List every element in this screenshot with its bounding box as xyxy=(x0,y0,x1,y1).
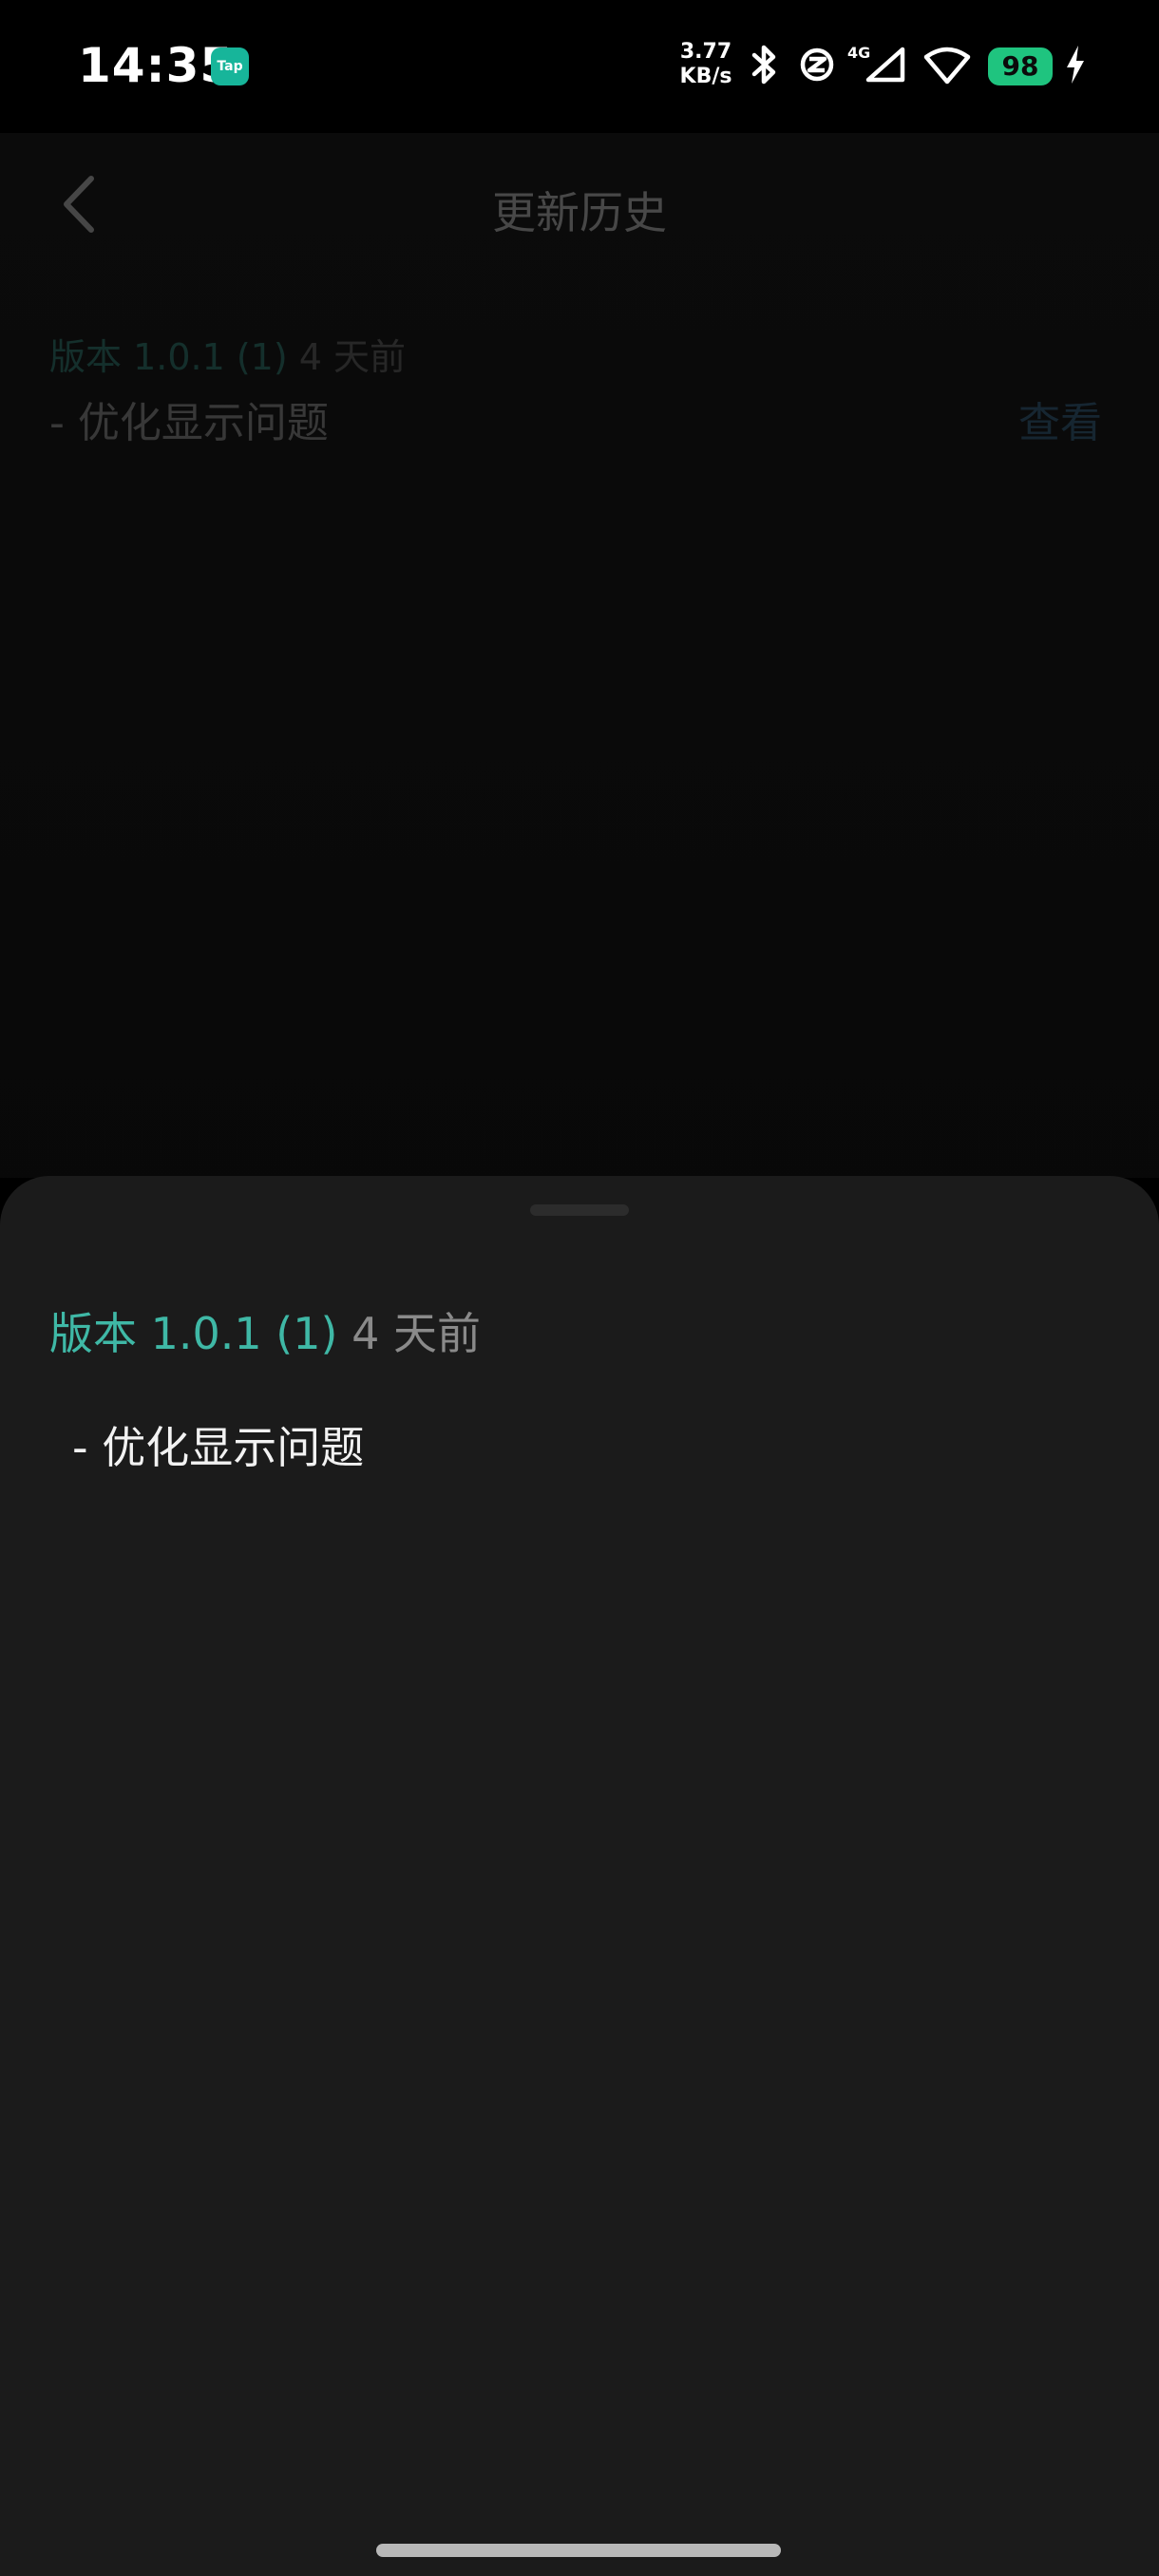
sheet-release-note: - 优化显示问题 xyxy=(72,1422,365,1473)
top-app-bar: 更新历史 xyxy=(0,142,1159,266)
battery-icon: 98 xyxy=(988,47,1053,85)
signal-icon xyxy=(865,47,905,83)
sheet-time-ago: 4 天前 xyxy=(352,1308,481,1359)
history-note: - 优化显示问题 xyxy=(49,399,329,447)
wifi-icon xyxy=(923,47,971,85)
bluetooth-icon xyxy=(751,45,776,85)
sheet-version-label: 版本 1.0.1 (1) xyxy=(49,1308,338,1359)
history-list-item[interactable]: 版本 1.0.1 (1) 4 天前 - 优化显示问题 查看 xyxy=(49,328,1113,451)
home-indicator[interactable] xyxy=(376,2544,781,2557)
sheet-version-line: 版本 1.0.1 (1) 4 天前 xyxy=(49,1299,481,1362)
net-speed-value: 3.77 xyxy=(679,40,732,64)
version-detail-sheet: 版本 1.0.1 (1) 4 天前 - 优化显示问题 xyxy=(0,1176,1159,2576)
net-speed-unit: KB/s xyxy=(679,65,732,88)
nfc-icon xyxy=(800,47,834,82)
page-title: 更新历史 xyxy=(492,187,667,238)
view-button[interactable]: 查看 xyxy=(1018,388,1102,449)
net-speed: 3.77 KB/s xyxy=(674,40,737,89)
history-time-ago: 4 天前 xyxy=(298,336,407,378)
tap-app-icon: Tap xyxy=(211,47,249,85)
battery-level: 98 xyxy=(1001,50,1039,82)
history-version-line: 版本 1.0.1 (1) 4 天前 xyxy=(49,328,406,380)
status-bar: 14:35 Tap 3.77 KB/s 4G 98 xyxy=(0,0,1159,133)
screen: 更新历史 版本 1.0.1 (1) 4 天前 - 优化显示问题 查看 14:35… xyxy=(0,0,1159,2576)
charging-icon xyxy=(1067,46,1084,84)
sheet-drag-handle[interactable] xyxy=(530,1204,629,1216)
history-version-label: 版本 1.0.1 (1) xyxy=(49,336,288,378)
